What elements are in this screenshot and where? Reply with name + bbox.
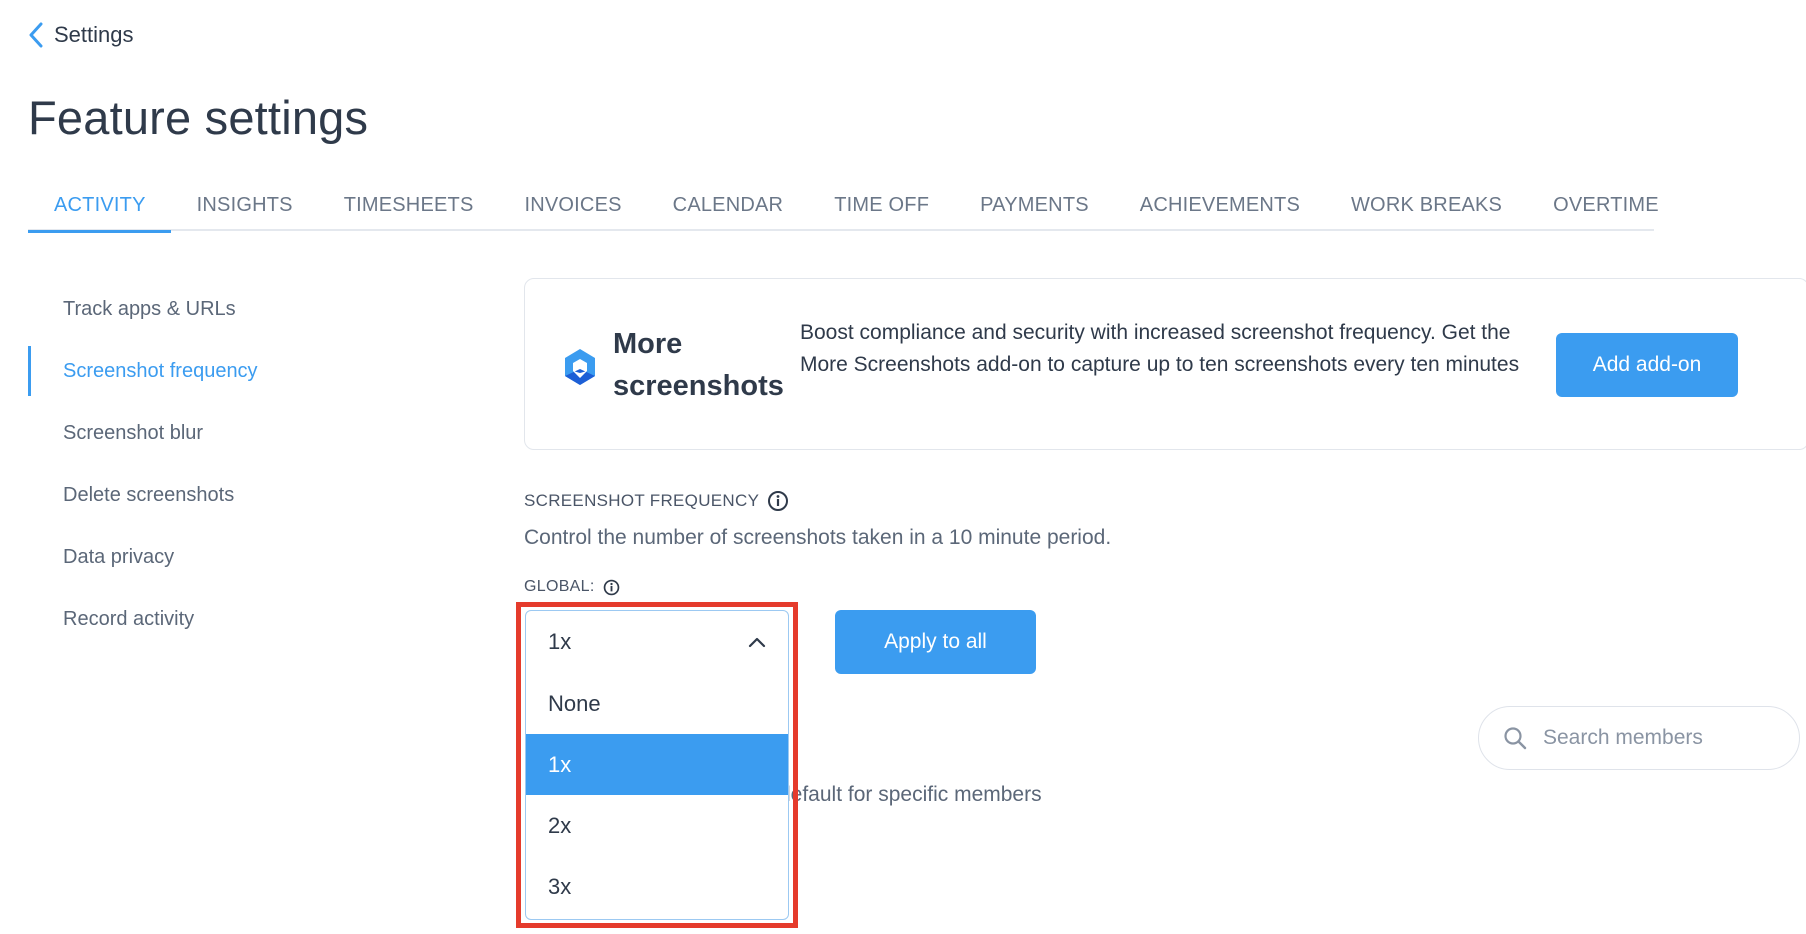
tab-activity[interactable]: ACTIVITY [28,186,171,233]
addon-card: More screenshots Boost compliance and se… [524,278,1806,450]
tab-work-breaks[interactable]: WORK BREAKS [1325,186,1527,231]
option-2x[interactable]: 2x [526,795,788,856]
frequency-description: Control the number of screenshots taken … [524,526,1112,549]
chevron-up-icon [748,637,766,647]
global-frequency-select[interactable]: 1x None 1x 2x 3x [525,610,789,920]
global-label-text: GLOBAL: [524,578,595,595]
tab-time-off[interactable]: TIME OFF [808,186,954,231]
back-label: Settings [54,22,134,47]
back-to-settings-link[interactable]: Settings [28,22,134,48]
tab-achievements[interactable]: ACHIEVEMENTS [1114,186,1325,231]
tab-overtime[interactable]: OVERTIME [1527,186,1684,231]
section-label-text: SCREENSHOT FREQUENCY [524,491,760,510]
sidebar-item-track-apps[interactable]: Track apps & URLs [28,278,448,340]
selected-value: 1x [548,629,572,654]
select-current-value[interactable]: 1x [526,611,788,673]
members-override-visible-text: lefault for specific members [786,783,1042,806]
tab-calendar[interactable]: CALENDAR [647,186,809,231]
tab-timesheets[interactable]: TIMESHEETS [318,186,499,231]
apply-to-all-button[interactable]: Apply to all [835,610,1036,674]
info-icon[interactable] [603,579,620,596]
global-label: GLOBAL: [524,578,620,596]
sidebar-item-data-privacy[interactable]: Data privacy [28,526,448,588]
option-3x[interactable]: 3x [526,856,788,917]
tab-bar: ACTIVITY INSIGHTS TIMESHEETS INVOICES CA… [28,186,1659,233]
addon-logo-icon [561,347,599,392]
option-none[interactable]: None [526,673,788,734]
add-addon-button[interactable]: Add add-on [1556,333,1738,397]
tab-payments[interactable]: PAYMENTS [954,186,1114,231]
search-placeholder: Search members [1543,726,1703,749]
addon-description: Boost compliance and security with incre… [800,321,1520,376]
page-title: Feature settings [28,91,369,144]
sidebar-item-delete-screenshots[interactable]: Delete screenshots [28,464,448,526]
settings-sidebar: Track apps & URLs Screenshot frequency S… [28,278,448,650]
info-icon[interactable] [767,490,789,512]
search-members-input[interactable]: Search members [1478,706,1800,770]
addon-name: More screenshots [613,328,784,402]
sidebar-item-record-activity[interactable]: Record activity [28,588,448,650]
sidebar-item-screenshot-blur[interactable]: Screenshot blur [28,402,448,464]
chevron-left-icon [29,22,43,48]
tab-insights[interactable]: INSIGHTS [171,186,318,231]
sidebar-item-screenshot-frequency[interactable]: Screenshot frequency [28,340,448,402]
tab-invoices[interactable]: INVOICES [498,186,646,231]
feature-settings-page: Settings Feature settings ACTIVITY INSIG… [0,0,1806,934]
option-1x[interactable]: 1x [526,734,788,795]
screenshot-frequency-label: SCREENSHOT FREQUENCY [524,490,789,512]
search-icon [1504,727,1527,750]
